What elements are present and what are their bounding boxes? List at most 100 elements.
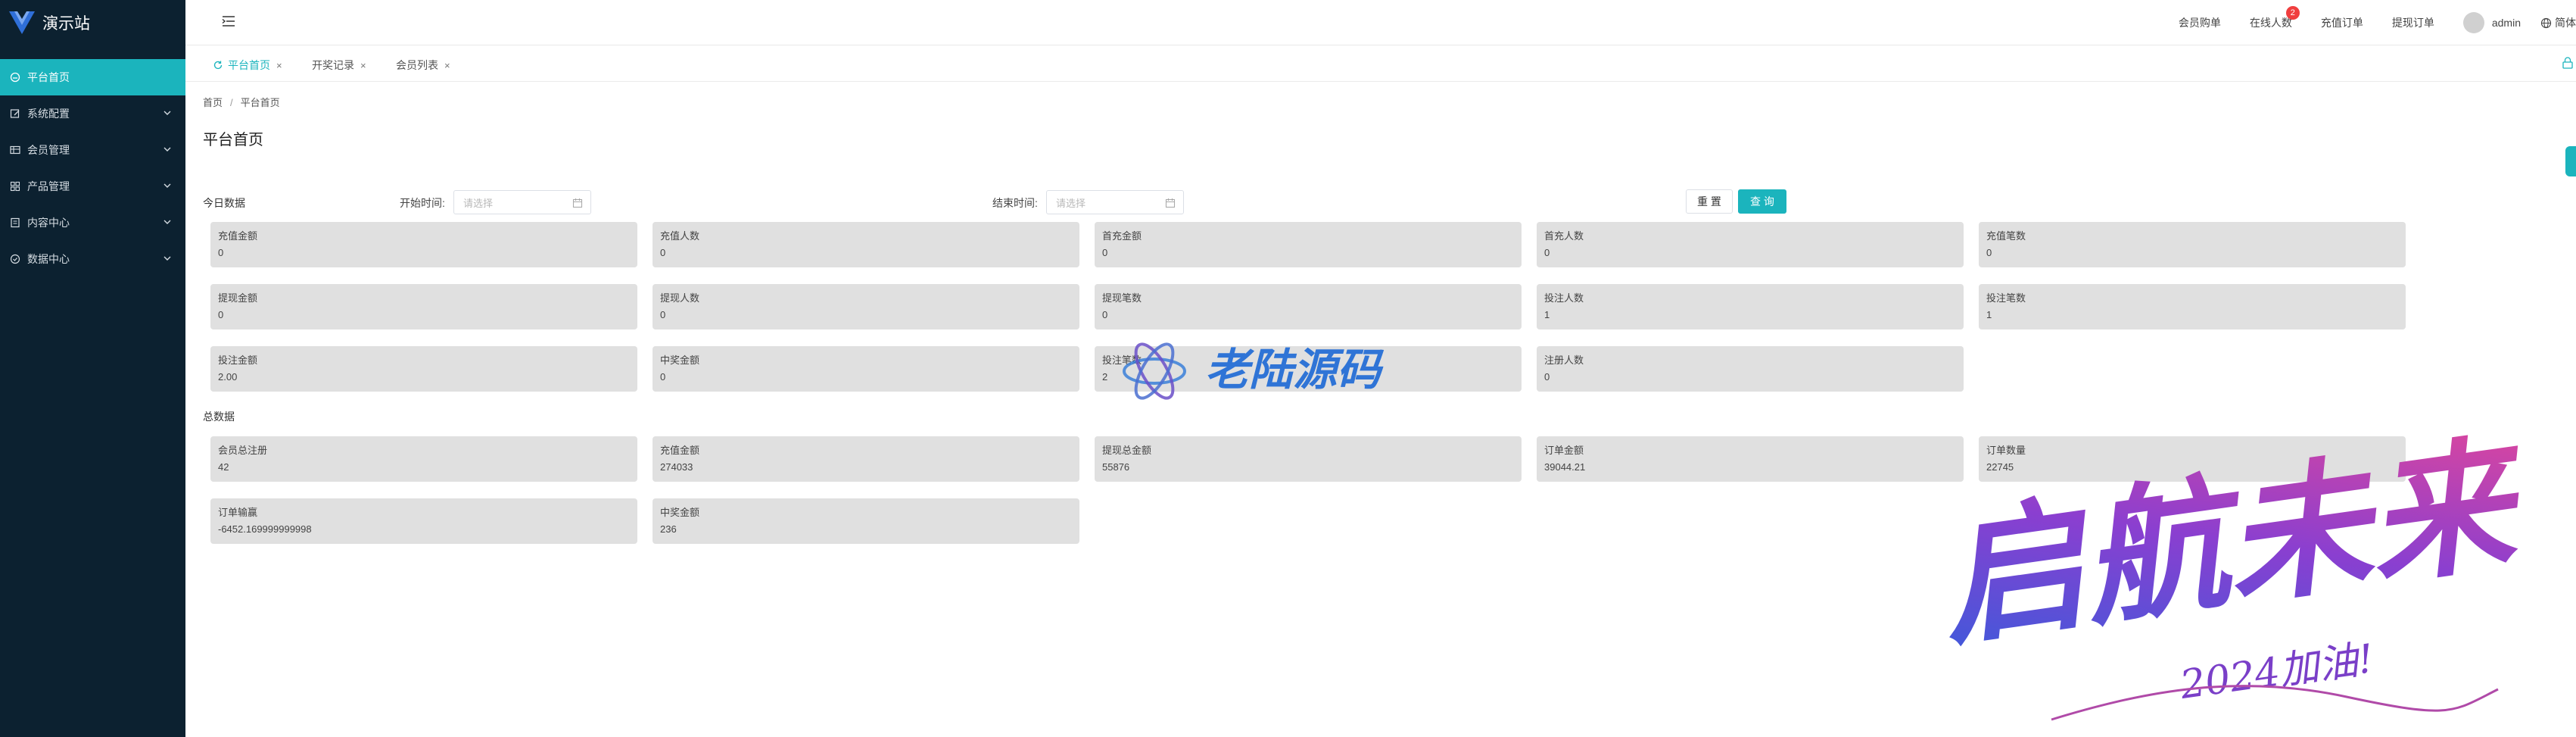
header-nav: 会员购单 在线人数 2 充值订单 提现订单 admin 简体 [2179, 0, 2576, 45]
watermark-logo: 老陆源码 [1123, 342, 1385, 400]
stat-value: 0 [218, 309, 224, 320]
end-time-input[interactable]: 请选择 [1046, 190, 1184, 214]
header-link-member-orders[interactable]: 会员购单 [2179, 15, 2221, 30]
refresh-icon[interactable] [213, 60, 223, 70]
stat-card: 提现笔数 0 [1095, 284, 1522, 329]
stat-label: 提现笔数 [1102, 292, 1142, 304]
sidebar-item-system-config[interactable]: 系统配置 [0, 95, 185, 132]
sidebar-item-member-management[interactable]: 会员管理 [0, 132, 185, 168]
query-button[interactable]: 查 询 [1738, 189, 1786, 214]
stat-card: 投注人数 1 [1537, 284, 1964, 329]
watermark-slogan: 启航未来 2024加油! [1930, 417, 2537, 721]
sidebar-item-home[interactable]: 平台首页 [0, 59, 185, 95]
stat-value: 0 [1102, 247, 1108, 258]
avatar[interactable] [2462, 12, 2484, 33]
online-count-badge: 2 [2285, 6, 2300, 20]
settings-drawer-toggle[interactable] [2565, 146, 2576, 176]
tab-draw-records[interactable]: 开奖记录 × [312, 55, 366, 75]
tab-platform-home[interactable]: 平台首页 × [213, 55, 282, 75]
stat-card: 充值笔数 0 [1979, 222, 2406, 267]
stat-label: 首充金额 [1102, 230, 1142, 242]
stat-label: 提现总金额 [1102, 445, 1152, 456]
home-icon [9, 71, 21, 83]
stat-value: 0 [1986, 247, 1992, 258]
stat-label: 订单金额 [1544, 445, 1584, 456]
page-title: 平台首页 [203, 132, 263, 148]
stat-card: 首充金额 0 [1095, 222, 1522, 267]
stat-value: 55876 [1102, 461, 1130, 473]
menu-fold-icon[interactable] [220, 13, 237, 30]
stat-card: 投注笔数 1 [1979, 284, 2406, 329]
sidebar-menu: 平台首页 系统配置 会员管理 产品管理 内容中心 数据中心 [0, 59, 185, 277]
watermark-corner-text: 启航未来 [1930, 417, 2537, 666]
calendar-icon [1165, 198, 1176, 208]
stat-value: 1 [1986, 309, 1992, 320]
breadcrumb-home[interactable]: 首页 [203, 97, 223, 108]
app-title: 演示站 [42, 15, 90, 33]
stat-value: -6452.169999999998 [218, 523, 312, 535]
stat-label: 提现金额 [218, 292, 258, 304]
stat-value: 0 [660, 309, 666, 320]
watermark-center-text: 老陆源码 [1205, 344, 1385, 395]
header-link-label: 在线人数 [2249, 17, 2292, 29]
stat-label: 中奖金额 [660, 507, 700, 518]
language-switch[interactable]: 简体 [2540, 15, 2576, 30]
stat-card: 中奖金额 0 [653, 346, 1079, 392]
tab-label: 开奖记录 [312, 59, 354, 71]
app-logo[interactable]: 演示站 [9, 8, 90, 38]
close-icon[interactable]: × [444, 60, 450, 71]
calendar-icon [572, 198, 583, 208]
globe-icon [2540, 17, 2552, 28]
stat-value: 0 [660, 247, 666, 258]
section-total-label: 总数据 [203, 411, 235, 423]
stat-card: 提现总金额 55876 [1095, 436, 1522, 482]
stat-label: 投注人数 [1544, 292, 1584, 304]
header-link-recharge-orders[interactable]: 充值订单 [2321, 15, 2363, 30]
stat-label: 充值人数 [660, 230, 700, 242]
atom-icon [1123, 342, 1186, 400]
vue-logo-icon [9, 11, 35, 34]
stat-value: 0 [660, 371, 666, 383]
header-link-withdraw-orders[interactable]: 提现订单 [2392, 15, 2434, 30]
sidebar-item-label: 会员管理 [27, 144, 70, 156]
start-time-input[interactable]: 请选择 [453, 190, 591, 214]
close-icon[interactable]: × [276, 60, 282, 71]
breadcrumb-separator: / [230, 97, 233, 108]
stat-label: 充值笔数 [1986, 230, 2026, 242]
reset-button[interactable]: 重 置 [1686, 189, 1733, 214]
user-name[interactable]: admin [2492, 17, 2521, 29]
chevron-down-icon [164, 147, 171, 151]
tab-label: 会员列表 [396, 59, 438, 71]
stat-card: 充值金额 274033 [653, 436, 1079, 482]
stat-card: 会员总注册 42 [210, 436, 637, 482]
sidebar-item-label: 数据中心 [27, 253, 70, 265]
stat-card: 订单金额 39044.21 [1537, 436, 1964, 482]
stat-value: 0 [1544, 371, 1550, 383]
tab-bar: 平台首页 × 开奖记录 × 会员列表 × [185, 45, 2576, 82]
stat-card: 充值金额 0 [210, 222, 637, 267]
edit-icon [9, 108, 21, 120]
stat-card: 首充人数 0 [1537, 222, 1964, 267]
stat-label: 提现人数 [660, 292, 700, 304]
stat-value: 2.00 [218, 371, 238, 383]
stat-card: 注册人数 0 [1537, 346, 1964, 392]
stat-label: 会员总注册 [218, 445, 268, 456]
tab-member-list[interactable]: 会员列表 × [396, 55, 450, 75]
sidebar-item-label: 产品管理 [27, 180, 70, 192]
sidebar-item-product-management[interactable]: 产品管理 [0, 168, 185, 205]
stat-label: 订单输赢 [218, 507, 258, 518]
stat-value: 0 [1102, 309, 1108, 320]
stat-card: 提现人数 0 [653, 284, 1079, 329]
sidebar-item-label: 系统配置 [27, 108, 70, 120]
header-link-online-users[interactable]: 在线人数 2 [2249, 6, 2300, 30]
chevron-down-icon [164, 220, 171, 224]
stat-label: 投注笔数 [1986, 292, 2026, 304]
check-circle-icon [9, 253, 21, 265]
start-time-placeholder: 请选择 [463, 197, 494, 209]
end-time-placeholder: 请选择 [1056, 197, 1086, 209]
language-label: 简体 [2555, 17, 2576, 29]
sidebar-item-content-center[interactable]: 内容中心 [0, 205, 185, 241]
lock-icon[interactable] [2561, 56, 2574, 70]
sidebar-item-data-center[interactable]: 数据中心 [0, 241, 185, 277]
close-icon[interactable]: × [360, 60, 366, 71]
